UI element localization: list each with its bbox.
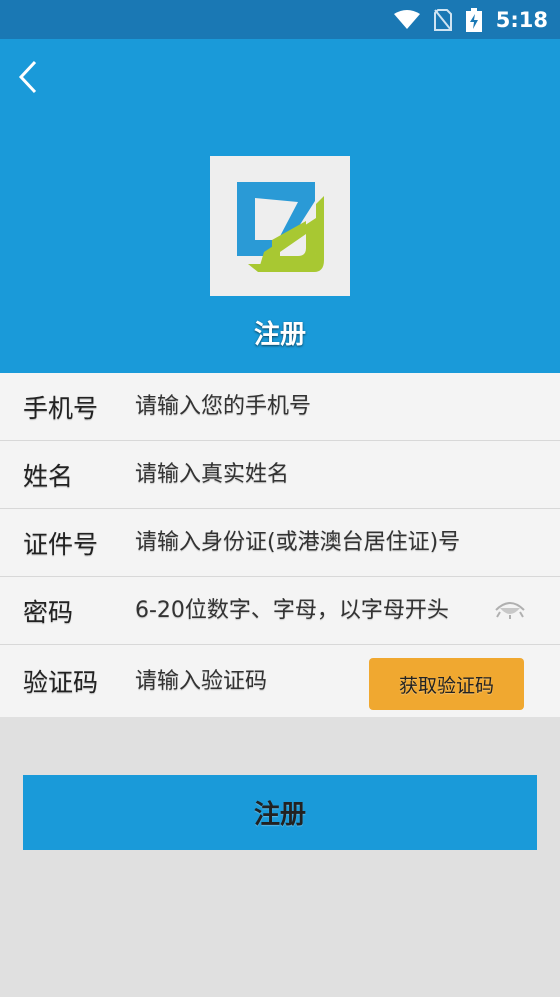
verify-code-input[interactable] <box>135 668 355 694</box>
back-button[interactable] <box>10 59 46 99</box>
phone-label: 手机号 <box>23 393 99 423</box>
register-form: 手机号 姓名 证件号 密码 验证码 获取验证码 <box>0 373 560 717</box>
battery-charging-icon <box>465 7 482 32</box>
wifi-icon <box>393 9 420 30</box>
page-title: 注册 <box>253 320 306 350</box>
id-number-label: 证件号 <box>23 529 99 559</box>
chevron-left-icon <box>18 60 38 98</box>
id-number-input[interactable] <box>135 530 515 555</box>
password-label: 密码 <box>23 597 74 627</box>
phone-row: 手机号 <box>0 373 560 441</box>
status-time: 5:18 <box>495 7 548 32</box>
eye-icon <box>494 598 526 624</box>
name-input[interactable] <box>135 462 515 487</box>
name-row: 姓名 <box>0 441 560 509</box>
app-logo <box>210 156 350 296</box>
verify-code-label: 验证码 <box>23 668 99 697</box>
name-label: 姓名 <box>23 461 74 491</box>
password-input[interactable] <box>135 598 495 623</box>
header: 注册 <box>0 39 560 373</box>
verify-code-row: 验证码 获取验证码 <box>0 645 560 717</box>
phone-input[interactable] <box>135 394 515 419</box>
password-visibility-toggle[interactable] <box>494 598 526 624</box>
password-row: 密码 <box>0 577 560 645</box>
status-bar: 5:18 <box>0 0 560 39</box>
get-verify-code-button[interactable]: 获取验证码 <box>369 658 524 710</box>
id-number-row: 证件号 <box>0 509 560 577</box>
register-submit-button[interactable]: 注册 <box>23 775 537 850</box>
no-sim-icon <box>433 8 452 31</box>
